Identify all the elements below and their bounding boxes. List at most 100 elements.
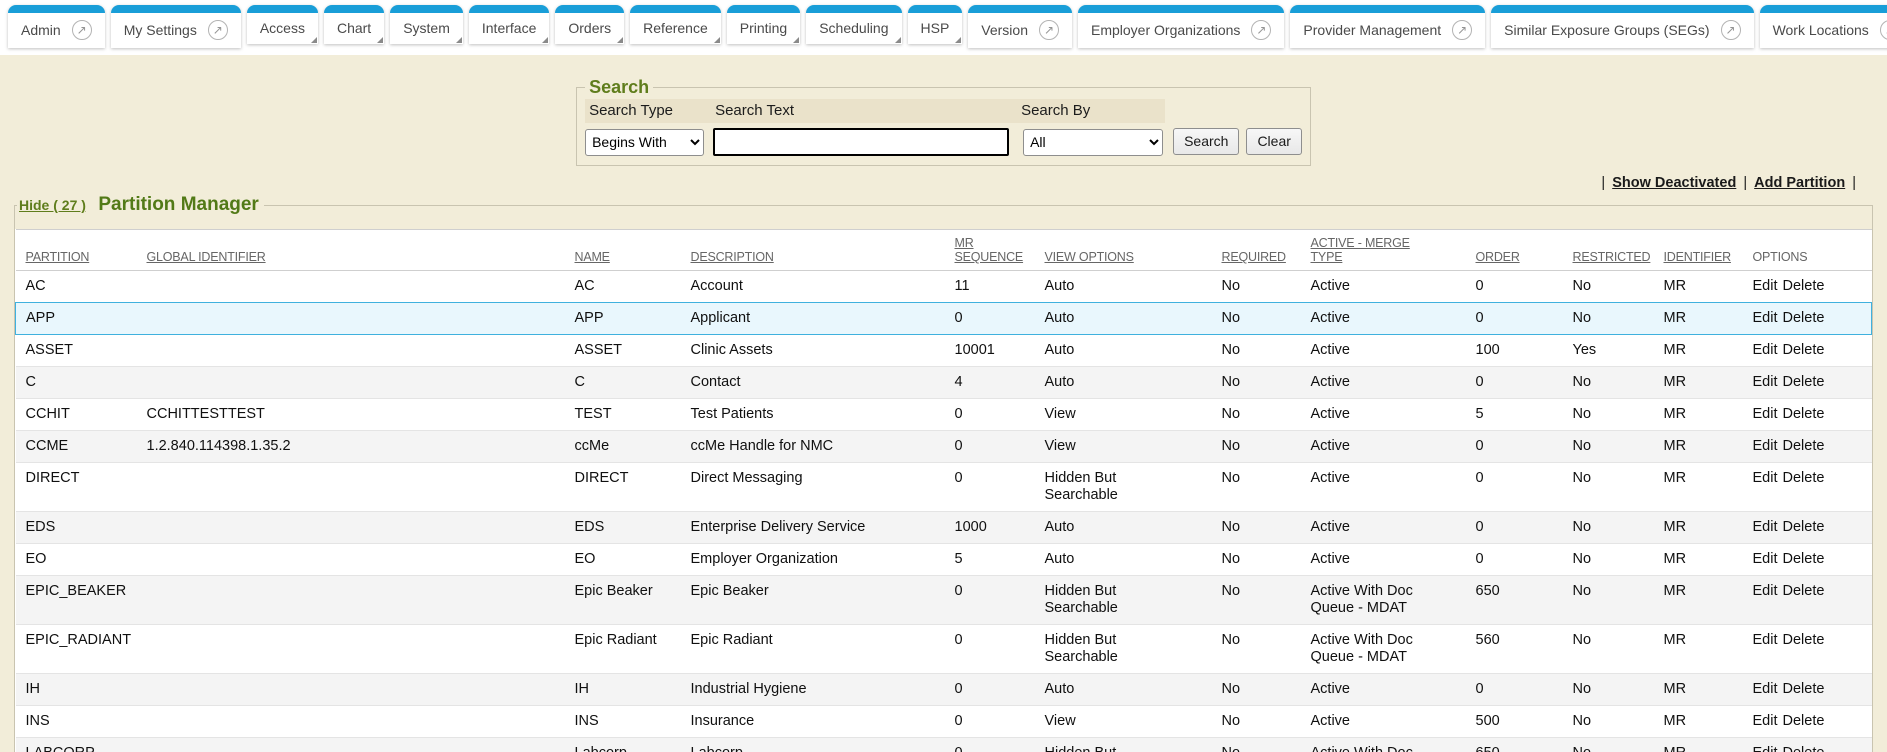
search-type-select[interactable]: Begins With [585,129,704,156]
edit-link[interactable]: Edit [1753,551,1778,567]
tab-work-locations[interactable]: Work Locations↗ [1760,5,1887,48]
table-row[interactable]: INSINSInsurance0ViewNoActive500NoMREditD… [16,706,1872,738]
column-header-label[interactable]: NAME [575,250,610,264]
edit-link[interactable]: Edit [1753,632,1778,648]
edit-link[interactable]: Edit [1753,713,1778,729]
tab-provider-management[interactable]: Provider Management↗ [1290,5,1485,48]
external-link-icon[interactable]: ↗ [1452,20,1472,40]
show-deactivated-link[interactable]: Show Deactivated [1612,175,1736,191]
column-header-label[interactable]: GLOBAL IDENTIFIER [147,250,266,264]
delete-link[interactable]: Delete [1783,713,1825,729]
delete-link[interactable]: Delete [1783,583,1825,599]
column-header-label[interactable]: ORDER [1476,250,1520,264]
delete-link[interactable]: Delete [1783,745,1825,752]
edit-link[interactable]: Edit [1753,374,1778,390]
table-row[interactable]: LABCORPLabcorpLabcorp0Hidden But Searcha… [16,738,1872,752]
column-header-global-identifier[interactable]: GLOBAL IDENTIFIER [147,230,575,271]
tab-orders[interactable]: Orders [555,5,624,44]
delete-link[interactable]: Delete [1783,551,1825,567]
edit-link[interactable]: Edit [1753,470,1778,486]
add-partition-link[interactable]: Add Partition [1754,175,1845,191]
tab-scheduling[interactable]: Scheduling [806,5,901,44]
edit-link[interactable]: Edit [1753,342,1778,358]
column-header-identifier[interactable]: IDENTIFIER [1664,230,1753,271]
external-link-icon[interactable]: ↗ [72,20,92,40]
column-header-label[interactable]: ACTIVE - MERGE TYPE [1311,236,1410,264]
column-header-label[interactable]: MR SEQUENCE [955,236,1024,264]
column-header-active-merge-type[interactable]: ACTIVE - MERGE TYPE [1311,230,1476,271]
tab-employer-organizations[interactable]: Employer Organizations↗ [1078,5,1284,48]
table-row[interactable]: EPIC_BEAKEREpic BeakerEpic Beaker0Hidden… [16,576,1872,625]
delete-link[interactable]: Delete [1783,374,1825,390]
external-link-icon[interactable]: ↗ [1721,20,1741,40]
edit-link[interactable]: Edit [1753,438,1778,454]
delete-link[interactable]: Delete [1783,470,1825,486]
edit-link[interactable]: Edit [1753,583,1778,599]
column-header-label[interactable]: RESTRICTED [1573,250,1651,264]
search-button[interactable]: Search [1173,128,1239,155]
table-row[interactable]: EDSEDSEnterprise Delivery Service1000Aut… [16,512,1872,544]
column-header-required[interactable]: REQUIRED [1222,230,1311,271]
table-row[interactable]: CCME1.2.840.114398.1.35.2ccMeccMe Handle… [16,431,1872,463]
clear-button[interactable]: Clear [1246,128,1301,155]
cell-required: No [1222,271,1311,303]
table-row[interactable]: EOEOEmployer Organization5AutoNoActive0N… [16,544,1872,576]
search-text-input[interactable] [713,128,1009,156]
delete-link[interactable]: Delete [1783,406,1825,422]
external-link-icon[interactable]: ↗ [1880,20,1887,40]
table-row[interactable]: DIRECTDIRECTDirect Messaging0Hidden But … [16,463,1872,512]
tab-interface[interactable]: Interface [469,5,549,44]
tab-system[interactable]: System [390,5,463,44]
hide-section-link[interactable]: Hide ( 27 ) [19,197,86,213]
table-row[interactable]: ACACAccount11AutoNoActive0NoMREditDelete [16,271,1872,303]
column-header-restricted[interactable]: RESTRICTED [1573,230,1664,271]
column-header-mr-sequence[interactable]: MR SEQUENCE [955,230,1045,271]
column-header-partition[interactable]: PARTITION [16,230,147,271]
edit-link[interactable]: Edit [1753,745,1778,752]
delete-link[interactable]: Delete [1783,342,1825,358]
table-row[interactable]: EPIC_RADIANTEpic RadiantEpic Radiant0Hid… [16,625,1872,674]
tab-chart[interactable]: Chart [324,5,384,44]
column-header-view-options[interactable]: VIEW OPTIONS [1045,230,1222,271]
tab-printing[interactable]: Printing [727,5,800,44]
delete-link[interactable]: Delete [1783,310,1825,326]
cell-required: No [1222,512,1311,544]
delete-link[interactable]: Delete [1783,681,1825,697]
delete-link[interactable]: Delete [1783,519,1825,535]
table-row[interactable]: CCContact4AutoNoActive0NoMREditDelete [16,367,1872,399]
column-header-label[interactable]: DESCRIPTION [691,250,774,264]
search-by-select[interactable]: All [1023,129,1163,156]
tab-hsp[interactable]: HSP [908,5,963,44]
external-link-icon[interactable]: ↗ [1039,20,1059,40]
column-header-order[interactable]: ORDER [1476,230,1573,271]
tab-admin[interactable]: Admin↗ [8,5,105,48]
edit-link[interactable]: Edit [1753,278,1778,294]
table-row[interactable]: ASSETASSETClinic Assets10001AutoNoActive… [16,335,1872,367]
table-row[interactable]: IHIHIndustrial Hygiene0AutoNoActive0NoMR… [16,674,1872,706]
column-header-label[interactable]: PARTITION [26,250,90,264]
edit-link[interactable]: Edit [1753,406,1778,422]
delete-link[interactable]: Delete [1783,438,1825,454]
table-row[interactable]: APPAPPApplicant0AutoNoActive0NoMREditDel… [16,303,1872,335]
cell-global-identifier [147,674,575,706]
table-row[interactable]: CCHITCCHITTESTTESTTESTTest Patients0View… [16,399,1872,431]
edit-link[interactable]: Edit [1753,519,1778,535]
tab-version[interactable]: Version↗ [968,5,1072,48]
cell-options: Edit Delete [1753,738,1872,752]
tab-access[interactable]: Access [247,5,318,44]
edit-link[interactable]: Edit [1753,681,1778,697]
external-link-icon[interactable]: ↗ [208,20,228,40]
delete-link[interactable]: Delete [1783,278,1825,294]
delete-link[interactable]: Delete [1783,632,1825,648]
tab-similar-exposure-groups-segs[interactable]: Similar Exposure Groups (SEGs)↗ [1491,5,1753,48]
column-header-label[interactable]: IDENTIFIER [1664,250,1731,264]
tab-my-settings[interactable]: My Settings↗ [111,5,241,48]
external-link-icon[interactable]: ↗ [1251,20,1271,40]
column-header-description[interactable]: DESCRIPTION [691,230,955,271]
column-header-label[interactable]: VIEW OPTIONS [1045,250,1134,264]
tab-reference[interactable]: Reference [630,5,721,44]
edit-link[interactable]: Edit [1753,310,1778,326]
column-header-label[interactable]: REQUIRED [1222,250,1286,264]
cell-description: Epic Beaker [691,576,955,625]
column-header-name[interactable]: NAME [575,230,691,271]
